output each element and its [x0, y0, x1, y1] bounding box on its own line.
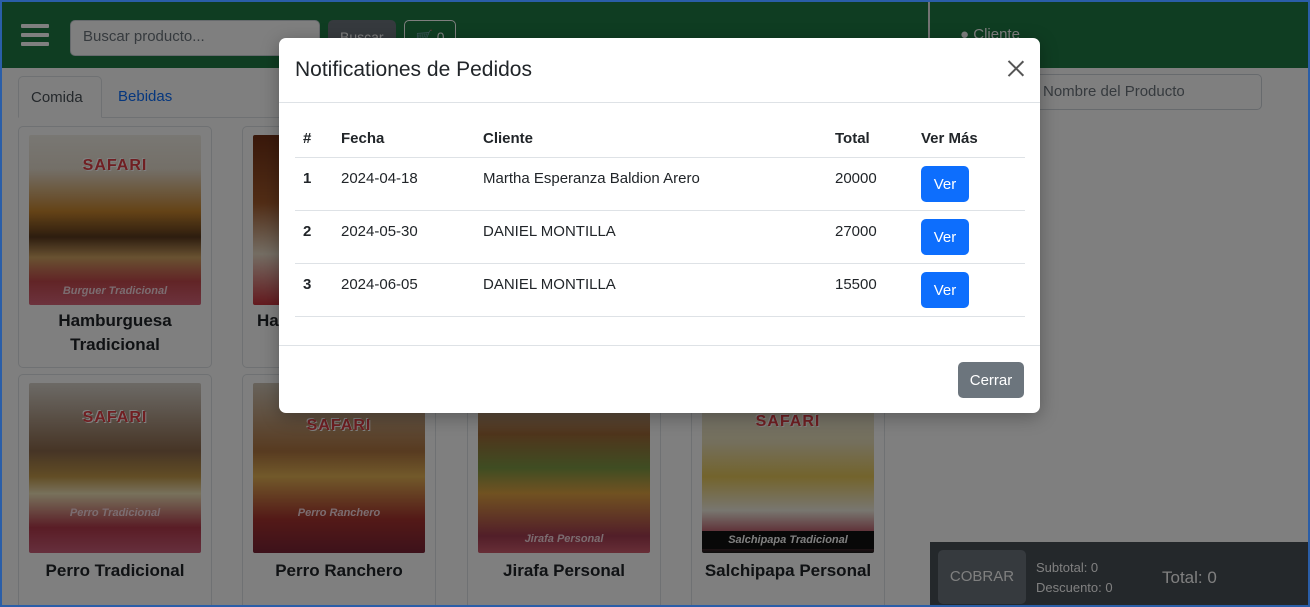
- order-total: 15500: [827, 263, 913, 317]
- ver-button[interactable]: Ver: [921, 271, 969, 308]
- order-date: 2024-04-18: [333, 157, 475, 211]
- order-date: 2024-05-30: [333, 210, 475, 264]
- order-number: 1: [295, 157, 333, 211]
- column-header-fecha: Fecha: [333, 120, 475, 158]
- modal-body: # Fecha Cliente Total Ver Más 1 2024-04-…: [295, 120, 1025, 317]
- order-total: 27000: [827, 210, 913, 264]
- order-client: DANIEL MONTILLA: [475, 210, 827, 264]
- pos-app: Buscar producto... Buscar 🛒 0 ● Cliente …: [0, 0, 1310, 607]
- orders-notification-modal: Notificationes de Pedidos # Fecha Client…: [279, 38, 1040, 413]
- table-header-row: # Fecha Cliente Total Ver Más: [295, 120, 1025, 158]
- order-client: Martha Esperanza Baldion Arero: [475, 157, 827, 211]
- order-total: 20000: [827, 157, 913, 211]
- ver-button[interactable]: Ver: [921, 165, 969, 202]
- order-number: 2: [295, 210, 333, 264]
- order-action-cell: Ver: [913, 157, 1025, 211]
- order-action-cell: Ver: [913, 210, 1025, 264]
- close-icon[interactable]: [1003, 56, 1029, 82]
- order-action-cell: Ver: [913, 263, 1025, 317]
- modal-title: Notificationes de Pedidos: [295, 58, 532, 81]
- column-header-ver-mas: Ver Más: [913, 120, 1025, 158]
- order-client: DANIEL MONTILLA: [475, 263, 827, 317]
- column-header-total: Total: [827, 120, 913, 158]
- column-header-num: #: [295, 120, 333, 158]
- cerrar-button[interactable]: Cerrar: [958, 362, 1024, 398]
- column-header-cliente: Cliente: [475, 120, 827, 158]
- order-date: 2024-06-05: [333, 263, 475, 317]
- order-number: 3: [295, 263, 333, 317]
- orders-table: # Fecha Cliente Total Ver Más 1 2024-04-…: [295, 120, 1025, 317]
- modal-header: Notificationes de Pedidos: [279, 38, 1040, 103]
- ver-button[interactable]: Ver: [921, 218, 969, 255]
- table-row: 3 2024-06-05 DANIEL MONTILLA 15500 Ver: [295, 263, 1025, 317]
- table-row: 1 2024-04-18 Martha Esperanza Baldion Ar…: [295, 157, 1025, 211]
- modal-footer: Cerrar: [279, 345, 1040, 413]
- table-row: 2 2024-05-30 DANIEL MONTILLA 27000 Ver: [295, 210, 1025, 264]
